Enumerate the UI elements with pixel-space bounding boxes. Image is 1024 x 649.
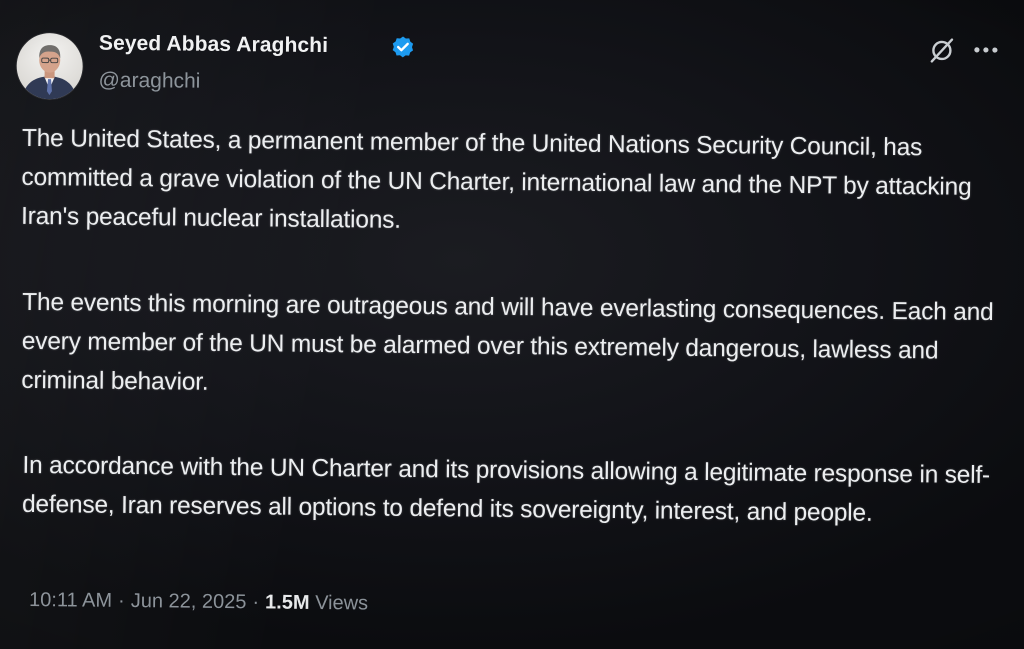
- tweet-time[interactable]: 10:11 AM: [29, 589, 112, 612]
- views-label: Views: [315, 591, 369, 615]
- views-count[interactable]: 1.5M: [265, 591, 310, 613]
- avatar[interactable]: [16, 32, 84, 100]
- author-handle[interactable]: @araghchi: [98, 69, 200, 94]
- tweet-paragraph-2: The events this morning are outrageous a…: [21, 288, 994, 396]
- tweet-card: Seyed Abbas Araghchi @araghchi The Unite…: [0, 0, 1024, 649]
- author-name[interactable]: Seyed Abbas Araghchi: [99, 32, 328, 58]
- more-options-icon[interactable]: [969, 36, 1003, 64]
- tweet-meta: 10:11 AM · Jun 22, 2025 · 1.5M Views: [29, 589, 368, 616]
- tweet-paragraph-3: In accordance with the UN Charter and it…: [21, 451, 991, 527]
- avatar-photo-icon: [22, 45, 77, 100]
- meta-separator: ·: [252, 591, 260, 614]
- verified-badge-icon[interactable]: [390, 35, 416, 61]
- tweet-paragraph-1: The United States, a permanent member of…: [20, 124, 972, 234]
- meta-separator: ·: [118, 589, 125, 612]
- grok-icon[interactable]: [927, 35, 957, 65]
- screen: Seyed Abbas Araghchi @araghchi The Unite…: [0, 0, 1024, 649]
- tweet-date[interactable]: Jun 22, 2025: [131, 590, 247, 613]
